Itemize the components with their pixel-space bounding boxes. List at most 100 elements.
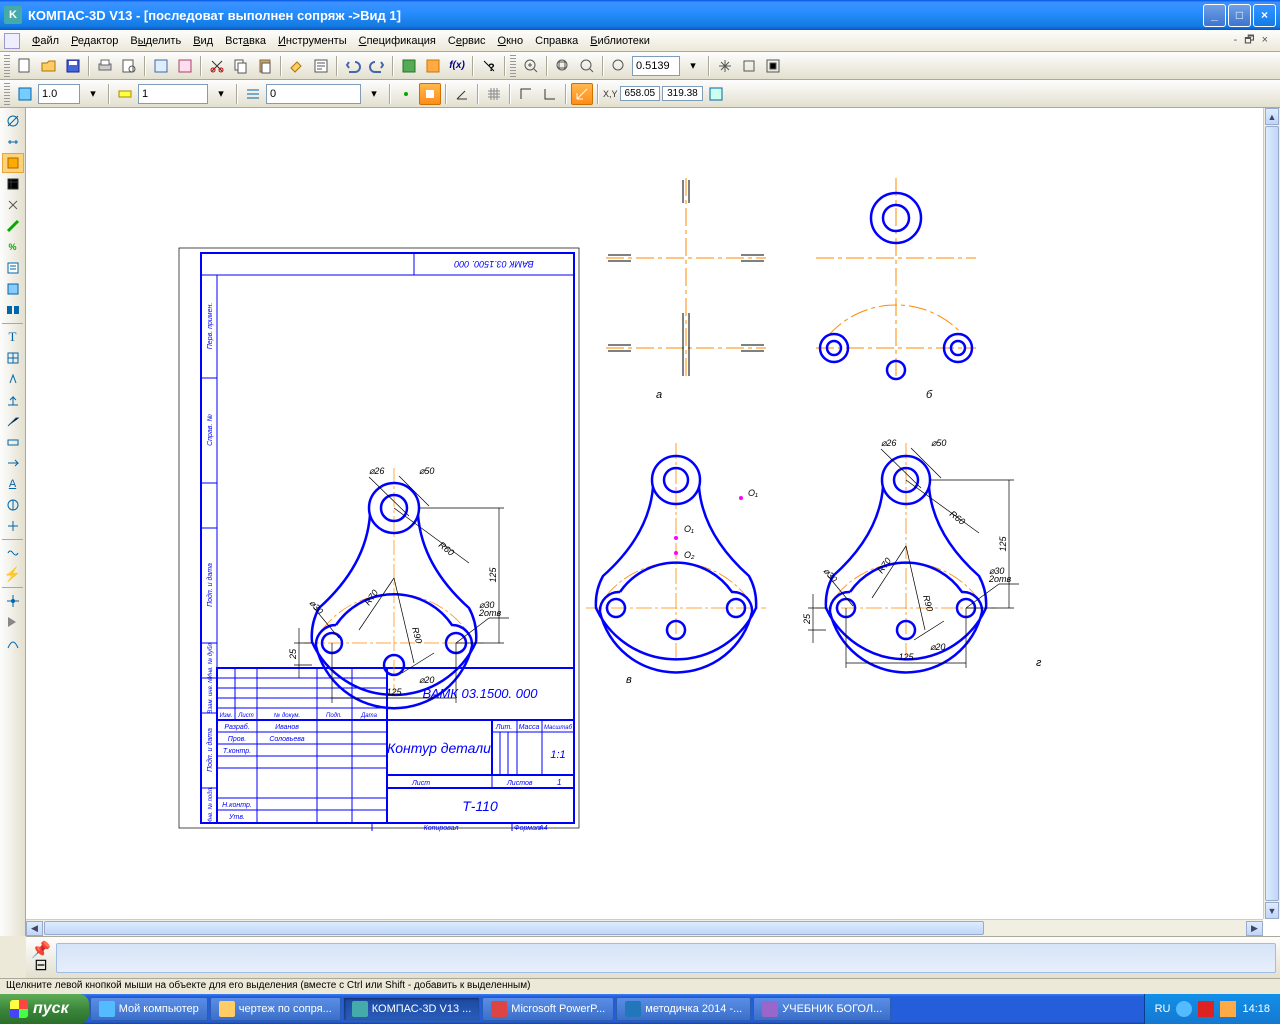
hscroll-thumb[interactable]: [44, 921, 984, 935]
style-icon[interactable]: [242, 83, 264, 105]
edit-icon[interactable]: [2, 174, 24, 194]
param-icon[interactable]: [2, 195, 24, 215]
dimension-icon[interactable]: [2, 132, 24, 152]
vscroll-thumb[interactable]: [1265, 126, 1279, 901]
scale-dropdown[interactable]: ▾: [82, 83, 104, 105]
window-maximize-button[interactable]: □: [1228, 4, 1251, 27]
system-tray[interactable]: RU 14:18: [1144, 994, 1280, 1024]
help-button[interactable]: ?: [478, 55, 500, 77]
vars-button[interactable]: f(x): [446, 55, 468, 77]
autodraw-icon[interactable]: ⚡: [2, 564, 24, 584]
ortho2-button[interactable]: [539, 83, 561, 105]
taskbar-item[interactable]: чертеж по сопря...: [210, 997, 341, 1021]
menu-insert[interactable]: Вставка: [219, 33, 272, 49]
notation-icon[interactable]: [2, 153, 24, 173]
undo-button[interactable]: [342, 55, 364, 77]
open-button[interactable]: [38, 55, 60, 77]
toolbar-grip[interactable]: [4, 55, 10, 77]
center-icon[interactable]: [2, 516, 24, 536]
curve-icon[interactable]: [2, 633, 24, 653]
state-icon[interactable]: [14, 83, 36, 105]
pan-button[interactable]: [714, 55, 736, 77]
geometry-icon[interactable]: [2, 111, 24, 131]
stop-button[interactable]: [419, 83, 441, 105]
lang-indicator[interactable]: RU: [1155, 1003, 1171, 1015]
datum-icon[interactable]: A: [2, 474, 24, 494]
drawing-canvas[interactable]: ВАМК 03.1500. 000 Перв. примен. Справ. №…: [26, 108, 1280, 936]
props-button[interactable]: [150, 55, 172, 77]
zoom-window-button[interactable]: [576, 55, 598, 77]
rebuild-button[interactable]: [762, 55, 784, 77]
scroll-right-arrow[interactable]: ▶: [1246, 921, 1263, 936]
scroll-left-arrow[interactable]: ◀: [26, 921, 43, 936]
layer-dropdown[interactable]: ▾: [210, 83, 232, 105]
measure-icon[interactable]: [2, 216, 24, 236]
point-icon[interactable]: [2, 612, 24, 632]
coords-more[interactable]: [705, 83, 727, 105]
new-button[interactable]: [14, 55, 36, 77]
vertical-scrollbar[interactable]: ▲ ▼: [1263, 108, 1280, 919]
paste-button[interactable]: [254, 55, 276, 77]
rough-icon[interactable]: [2, 369, 24, 389]
calc-button[interactable]: [422, 55, 444, 77]
snap-icon[interactable]: [395, 83, 417, 105]
cut-button[interactable]: [206, 55, 228, 77]
menu-edit[interactable]: Редактор: [65, 33, 124, 49]
menu-spec[interactable]: Спецификация: [353, 33, 442, 49]
property-input-area[interactable]: [56, 943, 1276, 973]
tray-icon[interactable]: [1198, 1001, 1214, 1017]
zoom-prev-button[interactable]: [608, 55, 630, 77]
zoom-fit-button[interactable]: [552, 55, 574, 77]
wave-icon[interactable]: [2, 543, 24, 563]
tray-icon[interactable]: [1220, 1001, 1236, 1017]
axis-icon[interactable]: [2, 591, 24, 611]
redo-button[interactable]: [366, 55, 388, 77]
format-button[interactable]: [286, 55, 308, 77]
menu-service[interactable]: Сервис: [442, 33, 492, 49]
snap-angle-button[interactable]: [451, 83, 473, 105]
copy-button[interactable]: [230, 55, 252, 77]
menu-file[interactable]: Файл: [26, 33, 65, 49]
menu-help[interactable]: Справка: [529, 33, 584, 49]
layer-icon[interactable]: [114, 83, 136, 105]
panel-close-icon[interactable]: ⊟: [30, 958, 52, 972]
report-icon[interactable]: [2, 279, 24, 299]
save-button[interactable]: [62, 55, 84, 77]
props2-button[interactable]: [174, 55, 196, 77]
orbit-button[interactable]: [738, 55, 760, 77]
toolbar-grip[interactable]: [510, 55, 516, 77]
menu-select[interactable]: Выделить: [124, 33, 187, 49]
select-icon[interactable]: %: [2, 237, 24, 257]
tolerance-icon[interactable]: [2, 432, 24, 452]
document-icon[interactable]: [4, 33, 20, 49]
start-button[interactable]: пуск: [0, 994, 89, 1024]
scale-input[interactable]: [38, 84, 80, 104]
preview-button[interactable]: [118, 55, 140, 77]
taskbar-item[interactable]: УЧЕБНИК БОГОЛ...: [753, 997, 891, 1021]
scroll-down-arrow[interactable]: ▼: [1265, 902, 1279, 919]
properties-button[interactable]: [310, 55, 332, 77]
zoom-input[interactable]: [632, 56, 680, 76]
weld-icon[interactable]: [2, 495, 24, 515]
text-icon[interactable]: T: [2, 327, 24, 347]
menu-view[interactable]: Вид: [187, 33, 219, 49]
views-icon[interactable]: [2, 300, 24, 320]
scroll-up-arrow[interactable]: ▲: [1265, 108, 1279, 125]
menu-tools[interactable]: Инструменты: [272, 33, 353, 49]
horizontal-scrollbar[interactable]: ◀ ▶: [26, 919, 1263, 936]
ortho1-button[interactable]: [515, 83, 537, 105]
arrow-icon[interactable]: [2, 453, 24, 473]
toolbar-grip[interactable]: [4, 83, 10, 105]
style-input[interactable]: [266, 84, 361, 104]
zoom-in-button[interactable]: [520, 55, 542, 77]
mdi-controls[interactable]: - 🗗 ×: [1227, 29, 1276, 52]
base-icon[interactable]: [2, 390, 24, 410]
table-icon[interactable]: [2, 348, 24, 368]
leader-icon[interactable]: [2, 411, 24, 431]
clock[interactable]: 14:18: [1242, 1003, 1270, 1015]
taskbar-item[interactable]: Мой компьютер: [90, 997, 208, 1021]
window-minimize-button[interactable]: _: [1203, 4, 1226, 27]
lib-button[interactable]: [398, 55, 420, 77]
taskbar-item[interactable]: Microsoft PowerP...: [482, 997, 614, 1021]
style-dropdown[interactable]: ▾: [363, 83, 385, 105]
